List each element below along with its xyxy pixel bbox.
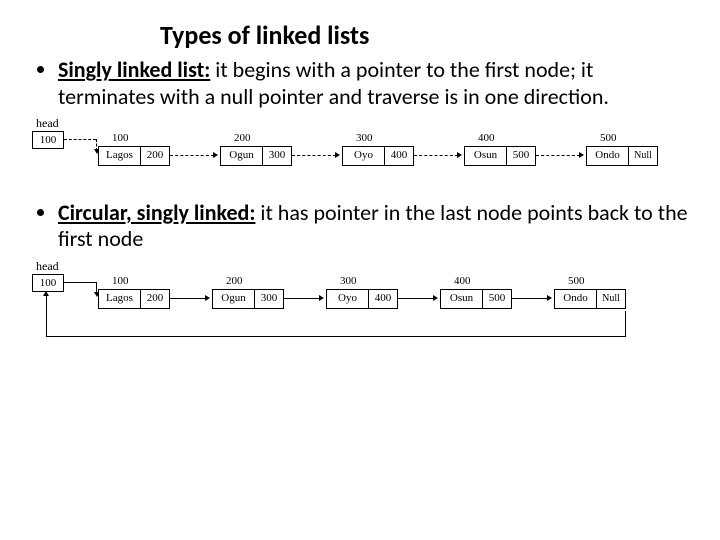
node-addr: 500 (568, 275, 585, 288)
node-3: 300 Oyo 400 (342, 146, 414, 166)
bullet-list: Singly linked list: it begins with a poi… (30, 57, 690, 110)
node-1: 100 Lagos 200 (98, 146, 170, 166)
arrow-icon (170, 298, 210, 299)
head-label: head (36, 116, 59, 130)
node-addr: 200 (234, 132, 251, 145)
node-data: Ogun (212, 289, 254, 309)
node-5: 500 Ondo Null (554, 289, 626, 309)
diagram-singly: head 100 100 Lagos 200 200 Ogun 300 300 … (30, 116, 690, 186)
node-ptr: 200 (140, 146, 170, 166)
node-addr: 100 (112, 132, 129, 145)
node-data: Osun (464, 146, 506, 166)
node-4: 400 Osun 500 (464, 146, 536, 166)
arrow-icon (512, 298, 552, 299)
node-ptr: 300 (262, 146, 292, 166)
node-5: 500 Ondo Null (586, 146, 658, 166)
head-arrow (64, 139, 100, 140)
node-addr: 300 (356, 132, 373, 145)
node-data: Oyo (342, 146, 384, 166)
arrow-icon (414, 155, 462, 156)
node-3: 300 Oyo 400 (326, 289, 398, 309)
diagram-circular: head 100 100 Lagos 200 200 Ogun 300 300 … (30, 259, 690, 349)
bullet-list-2: Circular, singly linked: it has pointer … (30, 200, 690, 253)
arrow-icon (536, 155, 584, 156)
node-addr: 500 (600, 132, 617, 145)
bullet-singly: Singly linked list: it begins with a poi… (58, 57, 690, 110)
node-data: Osun (440, 289, 482, 309)
node-ptr: 500 (482, 289, 512, 309)
node-ptr: 300 (254, 289, 284, 309)
head-arrow (64, 282, 100, 283)
node-null: Null (628, 146, 658, 166)
node-null: Null (596, 289, 626, 309)
node-addr: 200 (226, 275, 243, 288)
node-2: 200 Ogun 300 (212, 289, 284, 309)
node-1: 100 Lagos 200 (98, 289, 170, 309)
arrow-icon (292, 155, 340, 156)
node-addr: 300 (340, 275, 357, 288)
node-data: Oyo (326, 289, 368, 309)
arrow-icon (284, 298, 324, 299)
node-data: Ondo (554, 289, 596, 309)
slide-title: Types of linked lists (30, 20, 690, 51)
node-data: Lagos (98, 289, 140, 309)
node-ptr: 200 (140, 289, 170, 309)
circular-back-arrow (46, 311, 626, 337)
head-label: head (36, 259, 59, 273)
bullet-circular: Circular, singly linked: it has pointer … (58, 200, 690, 253)
node-addr: 400 (478, 132, 495, 145)
head-box: 100 (32, 274, 64, 292)
node-2: 200 Ogun 300 (220, 146, 292, 166)
node-4: 400 Osun 500 (440, 289, 512, 309)
node-ptr: 400 (384, 146, 414, 166)
node-addr: 400 (454, 275, 471, 288)
node-data: Ondo (586, 146, 628, 166)
term-circular: Circular, singly linked: (58, 199, 255, 226)
node-addr: 100 (112, 275, 129, 288)
node-data: Ogun (220, 146, 262, 166)
node-ptr: 400 (368, 289, 398, 309)
arrow-icon (398, 298, 438, 299)
node-data: Lagos (98, 146, 140, 166)
node-ptr: 500 (506, 146, 536, 166)
arrow-icon (170, 155, 218, 156)
term-singly: Singly linked list: (58, 56, 210, 83)
head-box: 100 (32, 131, 64, 149)
